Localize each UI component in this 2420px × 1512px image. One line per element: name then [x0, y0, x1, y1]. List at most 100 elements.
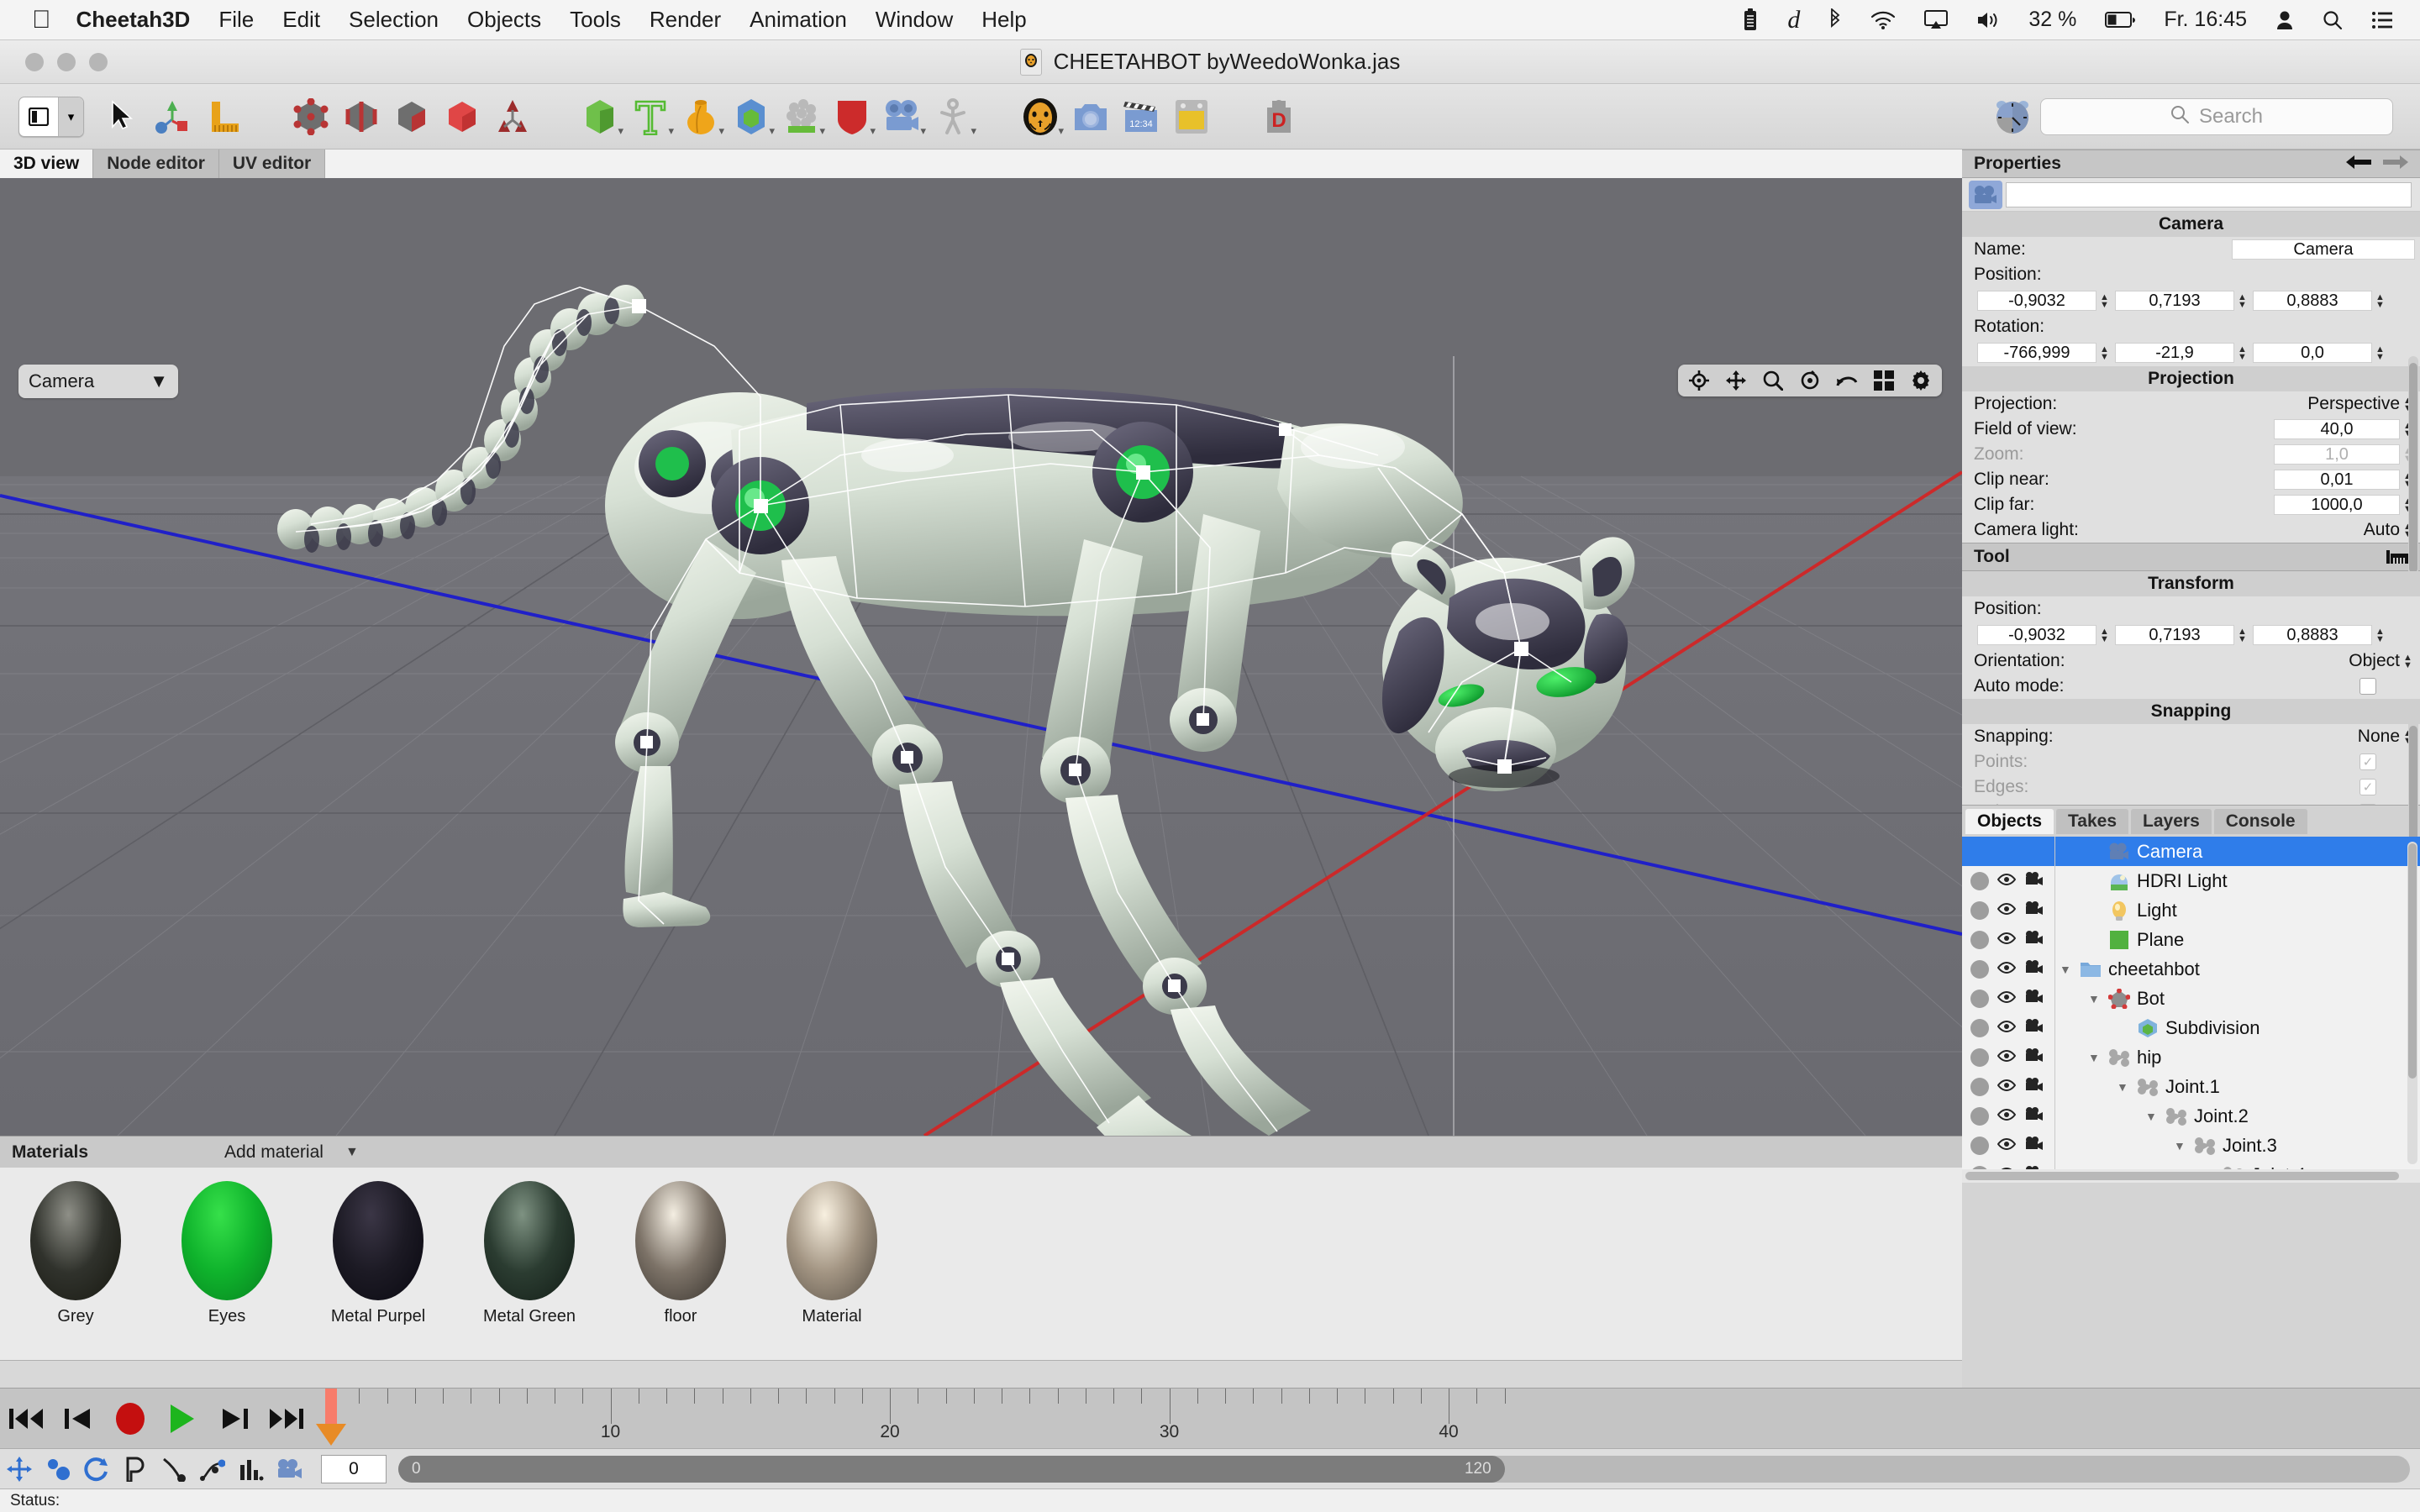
add-spline-tool[interactable]: ▾ [676, 91, 726, 143]
render-toggle[interactable] [1970, 1106, 1989, 1126]
menu-item-selection[interactable]: Selection [349, 7, 439, 33]
vector-row[interactable]: -766,999 ▲ ▼ -21,9 ▲ ▼ 0,0 ▲ ▼ [1962, 339, 2420, 366]
camera-visibility-icon[interactable] [2024, 1019, 2044, 1037]
clipboard-icon[interactable] [1742, 8, 1759, 32]
number-field[interactable]: 40,0 [2274, 419, 2400, 439]
render-camera-tool[interactable] [1065, 91, 1116, 143]
chevron-down-icon[interactable]: ▾ [920, 124, 926, 138]
object-tree-row[interactable]: ▼ Joint.3 [1962, 1131, 2420, 1160]
chevron-down-icon[interactable]: ▾ [971, 124, 976, 138]
material-swatch[interactable]: Eyes [151, 1181, 302, 1326]
viewport-zoom-icon[interactable] [1762, 370, 1784, 391]
measure-tool[interactable] [198, 91, 249, 143]
twisty-open-icon[interactable]: ▼ [2202, 1168, 2216, 1170]
checkbox[interactable]: ✓ [2360, 804, 2376, 805]
vector-field[interactable]: -0,9032 [1977, 291, 2096, 311]
move-axis-tool[interactable] [148, 91, 198, 143]
vector-field[interactable]: 0,0 [2253, 343, 2372, 363]
properties-content[interactable]: Camera Name: Camera Position: -0,9032 ▲ ▼ 0,719… [1962, 212, 2420, 543]
object-mode-tool[interactable] [437, 91, 487, 143]
twisty-open-icon[interactable]: ▼ [2145, 1110, 2159, 1123]
property-row[interactable]: Orientation: Object ▲ ▼ [1962, 648, 2420, 674]
stepper[interactable]: ▲▼ [2238, 344, 2249, 361]
viewport-target-icon[interactable] [1688, 370, 1710, 391]
viewport-orbit-icon[interactable] [1799, 370, 1821, 391]
material-swatch[interactable]: Grey [0, 1181, 151, 1326]
eye-icon[interactable] [1996, 1078, 2017, 1095]
add-material-button[interactable]: Add material [224, 1142, 324, 1163]
chevron-down-icon[interactable]: ▼ [345, 1145, 359, 1160]
vertex-normal-tool[interactable] [487, 91, 538, 143]
add-primitive-tool[interactable]: ▾ [575, 91, 625, 143]
menu-item-render[interactable]: Render [650, 7, 721, 33]
vector-field[interactable]: -766,999 [1977, 343, 2096, 363]
point-mode-tool[interactable] [286, 91, 336, 143]
joints-tool[interactable]: ▾ [928, 91, 978, 143]
arrow-right-icon[interactable] [2383, 155, 2408, 174]
user-icon[interactable] [2275, 10, 2294, 30]
stepper[interactable]: ▲▼ [2100, 627, 2112, 643]
current-frame-field[interactable]: 0 [321, 1454, 387, 1483]
tab-3d-view[interactable]: 3D view [0, 150, 94, 178]
spotlight-search-icon[interactable] [2323, 10, 2343, 30]
camera-visibility-icon[interactable] [2024, 960, 2044, 978]
camera-visibility-icon[interactable] [2024, 901, 2044, 919]
object-tree-vscrollbar[interactable] [2407, 842, 2417, 1164]
property-row[interactable]: Field of view:40,0▲▼ [1962, 417, 2420, 442]
object-tree[interactable]: Camera HDRI Light Light Plane ▼ cheetahbot ▼ Bo… [1962, 837, 2420, 1169]
vector-field[interactable]: 0,7193 [2115, 625, 2234, 645]
stepper[interactable]: ▲▼ [2100, 292, 2112, 309]
menu-item-window[interactable]: Window [876, 7, 953, 33]
twisty-open-icon[interactable]: ▼ [2117, 1080, 2130, 1094]
go-to-start-button[interactable] [0, 1397, 52, 1441]
object-browser-tab-console[interactable]: Console [2213, 808, 2307, 834]
window-controls[interactable] [25, 52, 108, 71]
edge-mode-tool[interactable] [336, 91, 387, 143]
camera-object-icon[interactable] [1969, 180, 2002, 209]
object-tree-row[interactable]: ▼ Joint.4 [1962, 1160, 2420, 1169]
chevron-down-icon[interactable]: ▾ [58, 97, 83, 136]
render-toggle[interactable] [1970, 900, 1989, 920]
zoom-button[interactable] [89, 52, 108, 71]
render-toggle[interactable] [1970, 1018, 1989, 1037]
object-tree-row[interactable]: ▼ cheetahbot [1962, 954, 2420, 984]
material-swatch[interactable]: floor [605, 1181, 756, 1326]
vector-field[interactable]: 0,8883 [2253, 291, 2372, 311]
object-tree-row[interactable]: ▼ Joint.1 [1962, 1072, 2420, 1101]
property-row[interactable]: Auto mode: [1962, 674, 2420, 699]
timeline-playhead[interactable] [325, 1388, 337, 1429]
chevron-down-icon[interactable]: ▾ [819, 124, 825, 138]
physics-tool[interactable]: ▾ [827, 91, 877, 143]
record-button[interactable] [104, 1397, 156, 1441]
object-tree-row[interactable]: Light [1962, 895, 2420, 925]
number-field[interactable]: 0,01 [2274, 470, 2400, 490]
vector-row[interactable]: -0,9032 ▲ ▼ 0,7193 ▲ ▼ 0,8883 ▲ ▼ [1962, 287, 2420, 314]
property-row[interactable]: Projection:Perspective▲▼ [1962, 391, 2420, 417]
timeline-clock-tool[interactable] [1985, 91, 2040, 143]
control-center-icon[interactable] [2371, 11, 2393, 29]
camera-visibility-icon[interactable] [2024, 1078, 2044, 1095]
polygon-mode-tool[interactable] [387, 91, 437, 143]
object-tree-row[interactable]: HDRI Light [1962, 866, 2420, 895]
chevron-down-icon[interactable]: ▾ [718, 124, 724, 138]
popup-arrows[interactable]: ▲▼ [2403, 653, 2415, 669]
checkbox[interactable]: ✓ [2360, 753, 2376, 770]
object-tree-row[interactable]: ▼ Bot [1962, 984, 2420, 1013]
object-browser-tab-layers[interactable]: Layers [2131, 808, 2212, 834]
step-forward-button[interactable] [208, 1397, 260, 1441]
render-toggle[interactable] [1970, 959, 1989, 979]
cheetah-head-tool[interactable]: ▾ [1015, 91, 1065, 143]
viewport-layout-icon[interactable] [1873, 370, 1895, 391]
curve-key-icon[interactable] [193, 1452, 232, 1486]
popup-value[interactable]: Object [2349, 651, 2400, 671]
stepper[interactable]: ▲▼ [2375, 292, 2387, 309]
render-animation-tool[interactable]: 12:34 [1116, 91, 1166, 143]
chevron-down-icon[interactable]: ▼ [150, 370, 168, 392]
scale-key-icon[interactable] [39, 1452, 77, 1486]
play-button[interactable] [156, 1397, 208, 1441]
camera-visibility-icon[interactable] [2024, 1107, 2044, 1125]
viewport-camera-selector[interactable]: Camera ▼ [18, 365, 178, 398]
wifi-icon[interactable] [1870, 10, 1896, 30]
select-arrow-tool[interactable] [97, 91, 148, 143]
eye-icon[interactable] [1997, 1166, 2016, 1169]
